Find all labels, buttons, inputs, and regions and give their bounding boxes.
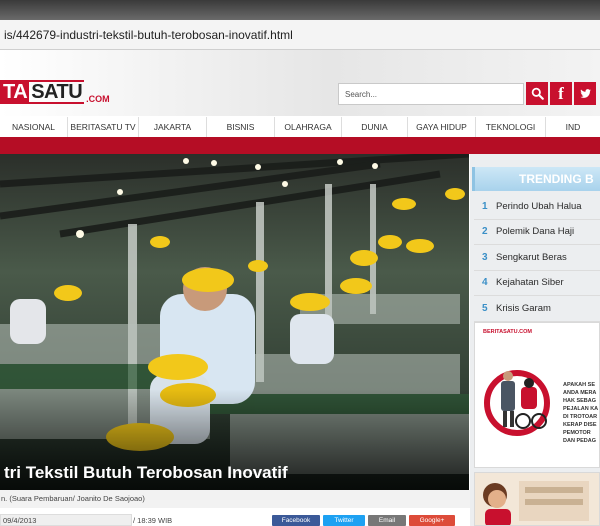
nav-teknologi[interactable]: TEKNOLOGI (476, 117, 546, 137)
article-title[interactable]: tri Tekstil Butuh Terobosan Inovatif (0, 463, 469, 483)
sidebar-ad-banner-2[interactable] (474, 472, 600, 526)
trending-number: 5 (482, 302, 488, 314)
nav-jakarta[interactable]: JAKARTA (139, 117, 207, 137)
facebook-button[interactable]: f (550, 82, 572, 105)
trending-item[interactable]: 4 Kejahatan Siber (474, 271, 600, 296)
logo-red-part: TA (0, 80, 30, 104)
twitter-button[interactable] (574, 82, 596, 105)
nav-dunia[interactable]: DUNIA (342, 117, 408, 137)
facebook-icon: f (558, 83, 564, 103)
nav-gaya-hidup[interactable]: GAYA HIDUP (408, 117, 476, 137)
trending-label: Kejahatan Siber (496, 277, 564, 289)
search-button[interactable] (526, 82, 548, 105)
article-date: 09/4/2013 (0, 514, 132, 526)
nav-ind[interactable]: IND (546, 117, 600, 137)
trending-number: 3 (482, 251, 488, 263)
ad2-illustration (475, 473, 599, 525)
nav-red-bar (0, 137, 600, 154)
address-bar[interactable]: is/442679-industri-tekstil-butuh-terobos… (0, 20, 600, 50)
search-icon (531, 87, 544, 100)
share-email-button[interactable]: Email (368, 515, 406, 526)
share-twitter-button[interactable]: Twitter (323, 515, 365, 526)
logo-dark-part: SATU (29, 80, 85, 104)
trending-label: Perindo Ubah Halua (496, 200, 582, 212)
factory-photo (0, 154, 469, 490)
site-logo[interactable]: TA SATU .COM (0, 78, 110, 104)
trending-list: 1 Perindo Ubah Halua 2 Polemik Dana Haji 3… (474, 194, 600, 322)
trending-number: 2 (482, 226, 488, 238)
trending-number: 1 (482, 200, 488, 212)
address-url[interactable]: is/442679-industri-tekstil-butuh-terobos… (4, 28, 293, 42)
trending-item[interactable]: 1 Perindo Ubah Halua (474, 194, 600, 220)
photo-caption: n. (Suara Pembaruan/ Joanito De Saojoao) (1, 494, 145, 503)
browser-toolbar (0, 0, 600, 20)
nav-nasional[interactable]: NASIONAL (0, 117, 68, 137)
hero-image[interactable] (0, 154, 469, 490)
main-nav: NASIONAL BERITASATU TV JAKARTA BISNIS OL… (0, 117, 600, 137)
nav-beritasatu-tv[interactable]: BERITASATU TV (68, 117, 139, 137)
trending-label: Sengkarut Beras (496, 251, 567, 263)
trending-label: Krisis Garam (496, 302, 551, 314)
trending-item[interactable]: 5 Krisis Garam (474, 296, 600, 322)
trending-item[interactable]: 3 Sengkarut Beras (474, 245, 600, 271)
search-input[interactable] (338, 83, 524, 105)
logo-suffix: .COM (86, 94, 110, 104)
share-facebook-button[interactable]: Facebook (272, 515, 320, 526)
ad-text: APAKAH SE ANDA MERA HAK SEBAG PEJALAN KA… (563, 382, 599, 444)
article-time: / 18:39 WIB (133, 516, 173, 525)
nav-olahraga[interactable]: OLAHRAGA (275, 117, 342, 137)
trending-number: 4 (482, 277, 488, 289)
trending-header: TRENDING B (472, 167, 600, 191)
trending-item[interactable]: 2 Polemik Dana Haji (474, 220, 600, 245)
sidebar-ad-banner[interactable]: BERITASATU.COM APAKAH SE ANDA MERA HAK S… (474, 322, 600, 468)
nav-bisnis[interactable]: BISNIS (207, 117, 275, 137)
share-google-button[interactable]: Google+ (409, 515, 455, 526)
trending-title: TRENDING B (519, 172, 594, 186)
twitter-icon (579, 89, 591, 98)
trending-label: Polemik Dana Haji (496, 226, 575, 238)
